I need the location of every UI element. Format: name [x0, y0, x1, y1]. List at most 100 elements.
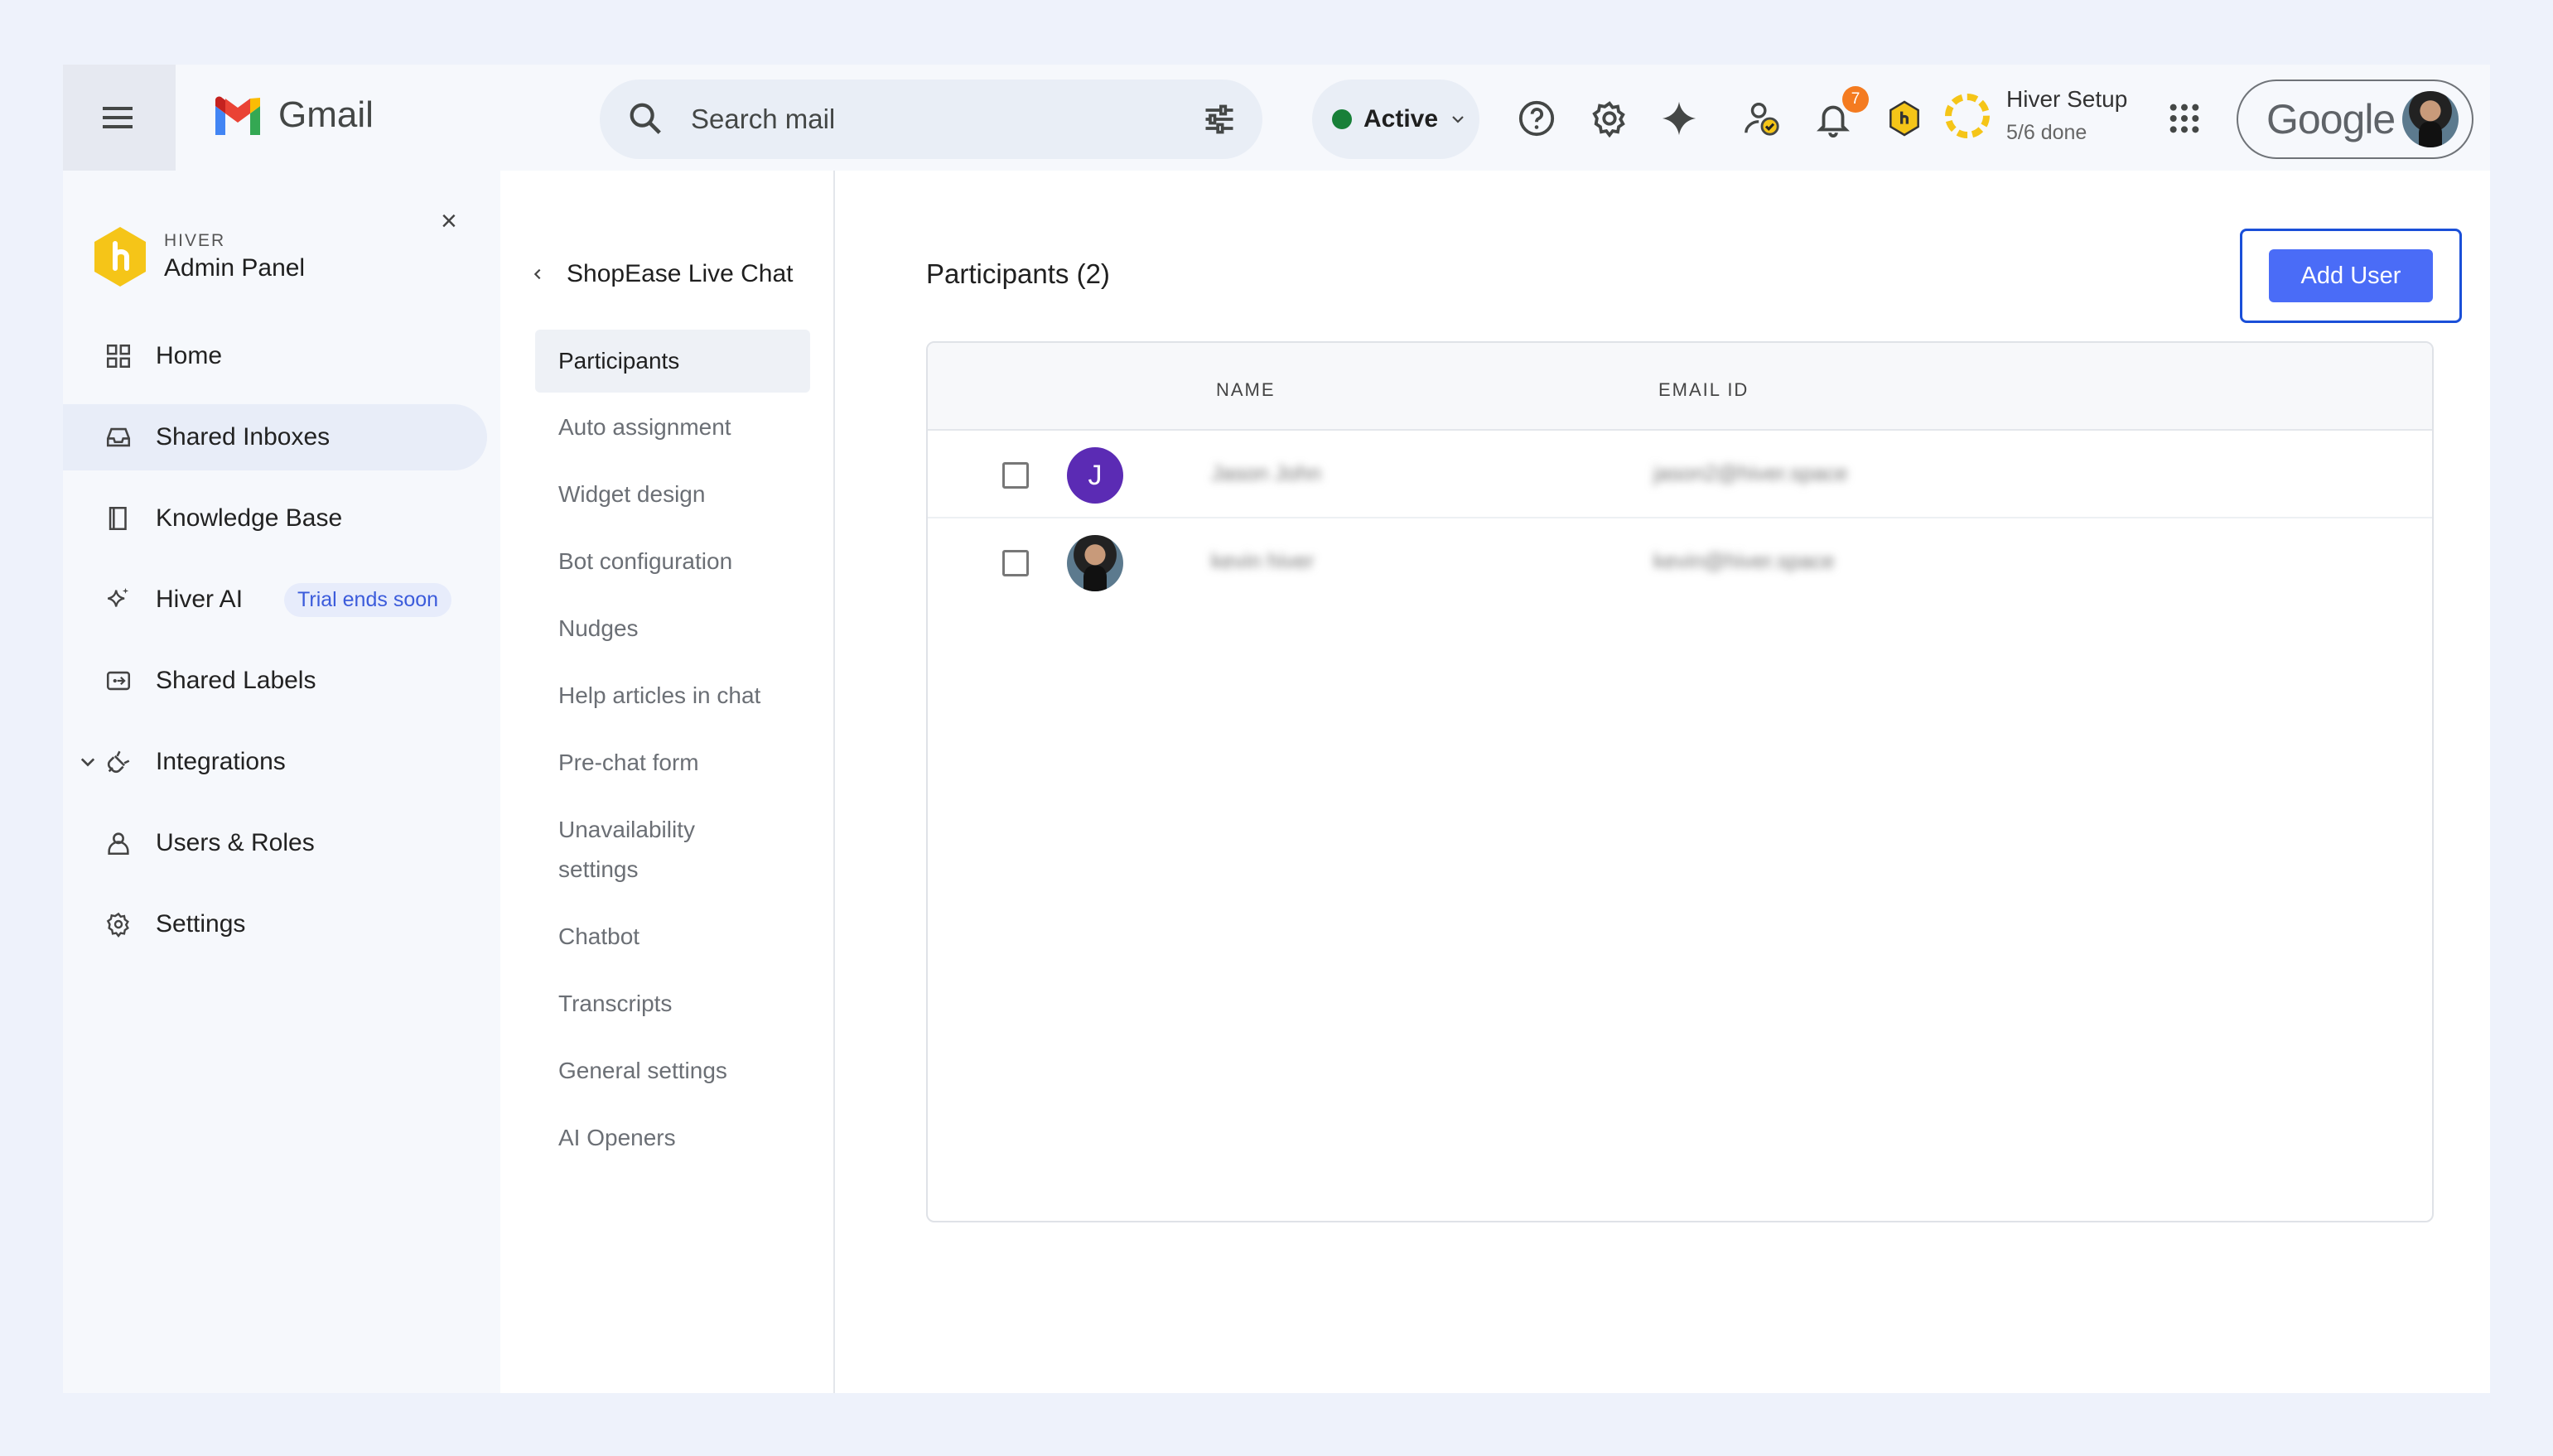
trial-badge: Trial ends soon: [284, 582, 452, 617]
subnav-item-auto-assignment[interactable]: Auto assignment: [535, 396, 810, 459]
sidebar-item-hiver-ai[interactable]: Hiver AI Trial ends soon: [63, 566, 487, 633]
column-header-name: NAME: [1216, 379, 1276, 400]
subnav-item-participants[interactable]: Participants: [535, 330, 810, 393]
gmail-m-icon: [215, 96, 260, 135]
status-dropdown[interactable]: Active: [1312, 80, 1479, 159]
hamburger-icon: [103, 107, 133, 128]
search-icon[interactable]: [626, 99, 664, 137]
add-user-button[interactable]: Add User: [2269, 249, 2433, 302]
avatar: [1067, 535, 1123, 591]
participant-email: jason2@hiver.space: [1653, 460, 1848, 485]
plug-icon: [104, 748, 133, 776]
subnav-item-ai-openers[interactable]: AI Openers: [535, 1106, 810, 1169]
sidebar-item-label: Home: [156, 342, 223, 369]
back-to-inbox-link[interactable]: ShopEase Live Chat: [530, 260, 794, 288]
sidebar-item-settings[interactable]: Settings: [63, 891, 487, 957]
settings-button[interactable]: [1589, 98, 1630, 139]
chevron-left-icon: [533, 268, 541, 280]
app-window: Gmail Search mail Active 7 Hiver Setup 5…: [63, 65, 2490, 1393]
brand-title: Admin Panel: [164, 254, 306, 282]
table-header: NAME EMAIL ID: [928, 343, 2432, 431]
gmail-logo[interactable]: Gmail: [212, 94, 374, 136]
inbox-name: ShopEase Live Chat: [567, 260, 794, 287]
subnav-item-general-settings[interactable]: General settings: [535, 1039, 810, 1102]
sidebar-item-label: Users & Roles: [156, 829, 315, 856]
row-checkbox[interactable]: [1002, 462, 1029, 489]
status-dot: [1332, 109, 1352, 129]
admin-sidebar: HIVER Admin Panel × Home Shared Inboxes …: [63, 171, 500, 1393]
sparkle-icon: [1662, 101, 1696, 136]
hiver-setup-progress[interactable]: Hiver Setup 5/6 done: [1943, 86, 2127, 145]
hiver-admin-panel: HIVER Admin Panel × Home Shared Inboxes …: [63, 171, 2490, 1393]
book-icon: [104, 504, 133, 533]
subnav-item-transcripts[interactable]: Transcripts: [535, 972, 810, 1035]
row-checkbox[interactable]: [1002, 550, 1029, 576]
add-user-highlight: Add User: [2240, 229, 2462, 323]
setup-title: Hiver Setup: [2006, 86, 2128, 112]
sidebar-item-label: Shared Labels: [156, 667, 316, 694]
participants-table: NAME EMAIL ID J Jason John jason2@hiver.…: [926, 341, 2434, 1222]
status-label: Active: [1363, 105, 1439, 133]
gmail-top-bar: Gmail Search mail Active 7 Hiver Setup 5…: [63, 65, 2490, 171]
sidebar-item-integrations[interactable]: Integrations: [63, 729, 487, 795]
sidebar-item-shared-inboxes[interactable]: Shared Inboxes: [63, 404, 487, 470]
brand-label: HIVER: [164, 231, 226, 250]
chevron-down-icon: [1452, 116, 1464, 123]
sidebar-item-label: Settings: [156, 910, 246, 938]
help-icon: [1518, 100, 1555, 137]
sidebar-item-knowledge-base[interactable]: Knowledge Base: [63, 485, 487, 552]
avatar: J: [1067, 447, 1123, 504]
subnav-item-pre-chat-form[interactable]: Pre-chat form: [535, 731, 810, 794]
subnav-item-help-articles[interactable]: Help articles in chat: [535, 664, 810, 727]
close-panel-button[interactable]: ×: [441, 205, 457, 238]
gear-icon: [104, 910, 133, 938]
apps-button[interactable]: [2164, 98, 2205, 139]
subnav-item-nudges[interactable]: Nudges: [535, 597, 810, 660]
account-avatar: [2402, 91, 2459, 147]
google-account-button[interactable]: Google: [2237, 80, 2473, 159]
page-title: Participants (2): [926, 258, 1110, 289]
sidebar-item-users-roles[interactable]: Users & Roles: [63, 810, 487, 876]
search-input[interactable]: Search mail: [691, 104, 835, 135]
hiver-button[interactable]: [1884, 98, 1925, 139]
help-button[interactable]: [1516, 98, 1557, 139]
notification-badge: 7: [1842, 86, 1869, 113]
progress-ring-icon: [1945, 93, 1990, 138]
sidebar-item-home[interactable]: Home: [63, 323, 487, 389]
participant-name: kevin hiver: [1211, 548, 1315, 573]
chevron-down-icon[interactable]: [78, 752, 98, 772]
sidebar-item-label: Shared Inboxes: [156, 423, 331, 451]
participant-email: kevin@hiver.space: [1653, 548, 1835, 573]
subnav-item-widget-design[interactable]: Widget design: [535, 463, 810, 526]
hiver-brand: HIVER Admin Panel: [91, 225, 305, 288]
close-icon: ×: [441, 205, 457, 237]
sparkle-icon: [104, 586, 133, 614]
table-row[interactable]: kevin hiver kevin@hiver.space: [928, 518, 2432, 606]
inbox-icon: [104, 423, 133, 451]
hiver-logo-icon: [1889, 100, 1919, 137]
participant-name: Jason John: [1211, 460, 1321, 485]
participants-content: Participants (2) Add User NAME EMAIL ID …: [835, 171, 2490, 1393]
sidebar-item-label: Hiver AI: [156, 586, 244, 613]
user-icon: [104, 829, 133, 857]
sidebar-item-label: Integrations: [156, 748, 286, 775]
subnav-item-unavailability-settings[interactable]: Unavailability settings: [535, 798, 750, 901]
hiver-hex-icon: [94, 227, 146, 287]
sidebar-item-label: Knowledge Base: [156, 504, 343, 532]
availability-button[interactable]: [1741, 98, 1783, 139]
label-icon: [104, 667, 133, 695]
search-bar[interactable]: Search mail: [600, 80, 1262, 159]
user-check-icon: [1745, 103, 1779, 136]
main-menu-button[interactable]: [63, 65, 176, 171]
inbox-settings-nav: ShopEase Live Chat Participants Auto ass…: [500, 171, 835, 1393]
subnav-item-chatbot[interactable]: Chatbot: [535, 905, 810, 968]
sidebar-item-shared-labels[interactable]: Shared Labels: [63, 648, 487, 714]
grid-icon: [104, 342, 133, 370]
search-options-icon[interactable]: [1201, 101, 1238, 137]
gear-icon: [1592, 101, 1625, 137]
subnav-item-bot-configuration[interactable]: Bot configuration: [535, 530, 810, 593]
google-wordmark: Google: [2266, 96, 2396, 142]
gemini-button[interactable]: [1658, 98, 1700, 139]
column-header-email: EMAIL ID: [1658, 379, 1749, 400]
table-row[interactable]: J Jason John jason2@hiver.space: [928, 431, 2432, 518]
